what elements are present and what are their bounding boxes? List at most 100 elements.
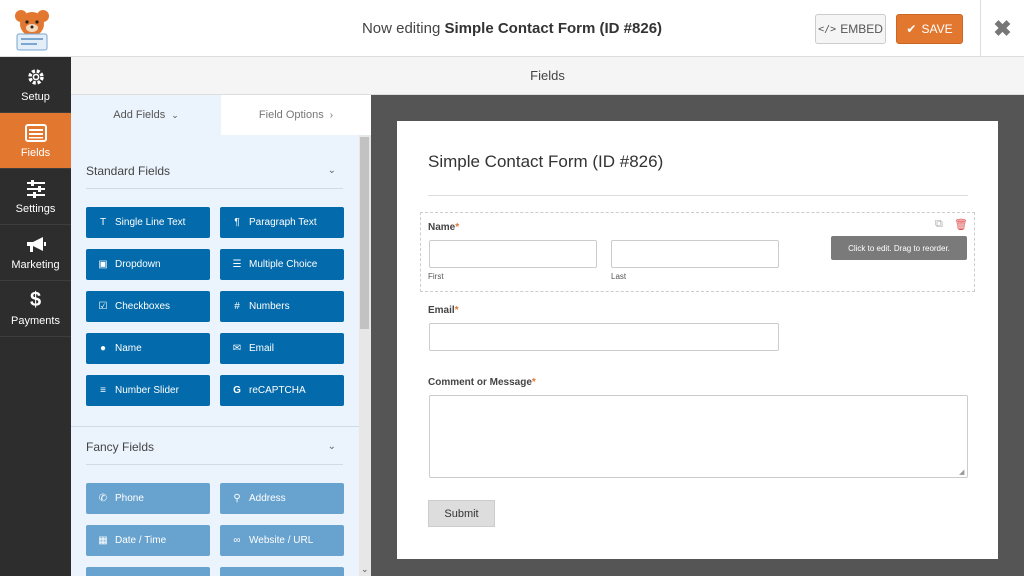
add-single-line-text-button[interactable]: T Single Line Text	[86, 207, 210, 238]
chevron-down-icon: ⌄	[327, 165, 336, 176]
first-name-input[interactable]	[429, 240, 597, 268]
fields-panel: Add Fields ⌄ Field Options › Standard Fi…	[71, 95, 371, 576]
message-textarea[interactable]	[429, 395, 968, 478]
add-paragraph-text-button[interactable]: ¶ Paragraph Text	[220, 207, 344, 238]
resize-handle-icon[interactable]: ◢	[959, 468, 964, 476]
last-name-input[interactable]	[611, 240, 779, 268]
field-button-partial[interactable]	[220, 567, 344, 576]
phone-icon: ✆	[98, 493, 108, 504]
add-multiple-choice-button[interactable]: ☰ Multiple Choice	[220, 249, 344, 280]
add-address-button[interactable]: ⚲ Address	[220, 483, 344, 514]
field-button-partial[interactable]	[86, 567, 210, 576]
megaphone-icon	[25, 235, 47, 255]
button-label: Checkboxes	[115, 301, 171, 312]
chevron-down-icon: ⌄	[171, 109, 179, 120]
check-icon: ✔	[906, 22, 917, 36]
save-label: SAVE	[921, 22, 953, 36]
add-date-time-button[interactable]: ▦ Date / Time	[86, 525, 210, 556]
tab-label: Field Options	[258, 109, 324, 121]
tab-field-options[interactable]: Field Options ›	[221, 95, 371, 135]
label-text: Email	[428, 305, 455, 316]
list-icon	[24, 123, 47, 143]
sliders-icon	[25, 179, 47, 199]
button-label: Multiple Choice	[249, 259, 318, 270]
sliders-icon: ≡	[100, 385, 106, 396]
required-mark: *	[455, 222, 460, 233]
email-input[interactable]	[429, 323, 779, 351]
button-label: Paragraph Text	[249, 217, 317, 228]
standard-fields-heading[interactable]: Standard Fields ⌄	[86, 153, 343, 189]
code-icon: </>	[818, 23, 837, 35]
text-icon: T	[99, 217, 107, 228]
button-label: Single Line Text	[115, 217, 186, 228]
list-icon: ☰	[232, 259, 242, 270]
form-title: Simple Contact Form (ID #826)	[428, 152, 664, 171]
nav-label: Fields	[20, 146, 51, 159]
button-label: Website / URL	[249, 535, 314, 546]
email-label: Email*	[428, 305, 459, 316]
dropdown-icon: ▣	[98, 259, 108, 270]
section-divider	[71, 426, 359, 427]
chevron-right-icon: ›	[329, 109, 334, 121]
dollar-icon: $	[29, 289, 42, 311]
button-label: Address	[249, 493, 286, 504]
add-numbers-button[interactable]: # Numbers	[220, 291, 344, 322]
section-title-text: Fancy Fields	[86, 439, 155, 454]
embed-button[interactable]: </> EMBED	[815, 14, 886, 44]
button-label: Dropdown	[115, 259, 161, 270]
submit-button[interactable]: Submit	[428, 500, 495, 527]
button-label: Name	[115, 343, 142, 354]
scroll-down-arrow-icon[interactable]: ⌄	[361, 564, 369, 575]
embed-label: EMBED	[840, 22, 883, 36]
button-label: Date / Time	[115, 535, 167, 546]
add-checkboxes-button[interactable]: ☑ Checkboxes	[86, 291, 210, 322]
add-number-slider-button[interactable]: ≡ Number Slider	[86, 375, 210, 406]
google-icon: G	[233, 385, 241, 396]
add-website-url-button[interactable]: ∞ Website / URL	[220, 525, 344, 556]
nav-label: Marketing	[11, 258, 60, 271]
form-title-divider	[428, 195, 968, 196]
tab-label: Add Fields	[113, 109, 166, 121]
section-title-text: Standard Fields	[86, 163, 171, 178]
nav-item-setup[interactable]: Setup	[0, 57, 71, 113]
add-name-button[interactable]: ● Name	[86, 333, 210, 364]
trash-icon[interactable]: 🗑	[954, 218, 968, 231]
fancy-fields-heading[interactable]: Fancy Fields ⌄	[86, 429, 343, 465]
tab-add-fields[interactable]: Add Fields ⌄	[71, 95, 221, 135]
button-label: Number Slider	[115, 385, 179, 396]
map-marker-icon: ⚲	[233, 493, 241, 504]
paragraph-icon: ¶	[234, 217, 240, 228]
panel-scrollbar[interactable]: ⌄	[359, 135, 371, 576]
add-dropdown-button[interactable]: ▣ Dropdown	[86, 249, 210, 280]
add-phone-button[interactable]: ✆ Phone	[86, 483, 210, 514]
form-name: Simple Contact Form (ID #826)	[444, 20, 663, 37]
calendar-icon: ▦	[98, 535, 108, 546]
checkbox-icon: ☑	[98, 301, 108, 312]
hash-icon: #	[234, 301, 240, 312]
duplicate-icon[interactable]: ⧉	[935, 218, 943, 231]
save-button[interactable]: ✔ SAVE	[896, 14, 963, 44]
gear-icon	[25, 67, 47, 87]
label-text: Comment or Message	[428, 377, 532, 388]
nav-item-payments[interactable]: $ Payments	[0, 281, 71, 337]
name-label: Name*	[428, 222, 459, 233]
label-text: Name	[428, 222, 456, 233]
add-recaptcha-button[interactable]: G reCAPTCHA	[220, 375, 344, 406]
left-nav: Setup Fields Settings Marketing $ Paymen…	[0, 57, 71, 576]
required-mark: *	[531, 377, 536, 388]
button-label: Numbers	[249, 301, 290, 312]
add-email-button[interactable]: ✉ Email	[220, 333, 344, 364]
nav-item-marketing[interactable]: Marketing	[0, 225, 71, 281]
user-icon: ●	[99, 343, 107, 354]
top-bar: Now editing Simple Contact Form (ID #826…	[0, 0, 1024, 57]
nav-label: Payments	[11, 314, 60, 327]
close-button[interactable]: ✖	[980, 0, 1024, 57]
close-icon: ✖	[993, 15, 1012, 41]
panel-tabs: Add Fields ⌄ Field Options ›	[71, 95, 371, 135]
nav-item-settings[interactable]: Settings	[0, 169, 71, 225]
link-icon: ∞	[233, 535, 241, 546]
scrollbar-thumb[interactable]	[360, 137, 369, 329]
title-prefix: Now editing	[361, 20, 441, 37]
last-sublabel: Last	[611, 272, 627, 281]
nav-item-fields[interactable]: Fields	[0, 113, 71, 169]
